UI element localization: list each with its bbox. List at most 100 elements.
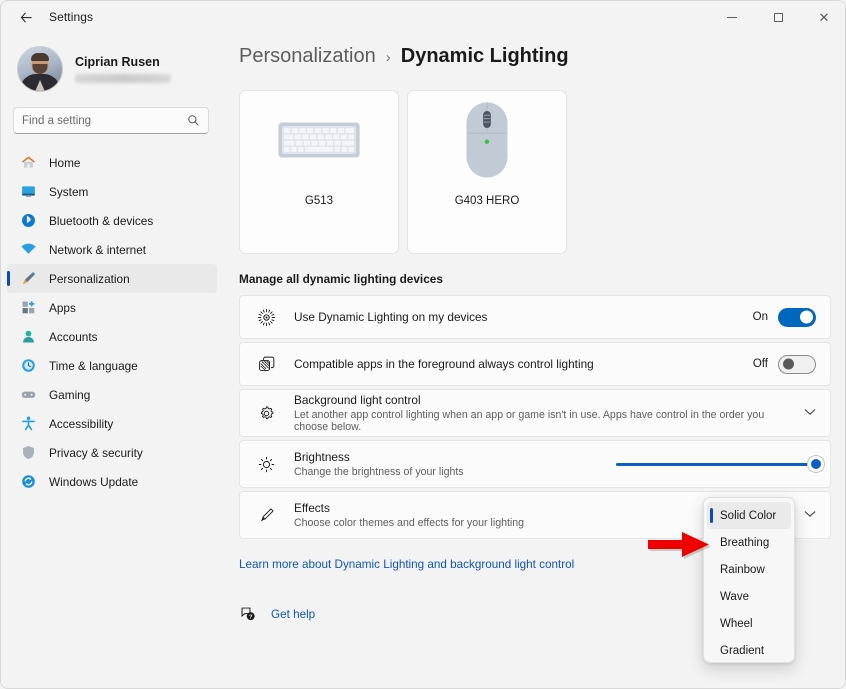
settings-window: Settings ✕ Ciprian Rusen xyxy=(0,0,846,689)
mouse-icon xyxy=(408,91,566,189)
toggle-state-label: On xyxy=(753,311,768,323)
toggle-state-label: Off xyxy=(753,358,768,370)
svg-text:?: ? xyxy=(249,615,253,621)
effects-option-label: Breathing xyxy=(720,537,769,549)
row-title: Background light control xyxy=(294,393,794,407)
row-foreground-apps-control[interactable]: Compatible apps in the foreground always… xyxy=(239,342,831,386)
accessibility-icon xyxy=(19,415,37,433)
row-background-light-control[interactable]: Background light control Let another app… xyxy=(239,389,831,437)
accounts-icon xyxy=(19,328,37,346)
effects-option-wheel[interactable]: Wheel xyxy=(707,610,791,637)
sidebar-item-label: Home xyxy=(49,156,80,170)
help-icon: ? xyxy=(239,605,257,623)
sidebar-nav: Home System xyxy=(1,148,223,496)
close-button[interactable]: ✕ xyxy=(801,1,846,33)
effects-option-label: Wave xyxy=(720,591,749,603)
paintbrush-icon xyxy=(19,270,37,288)
sidebar-item-apps[interactable]: Apps xyxy=(7,293,217,322)
section-title: Manage all dynamic lighting devices xyxy=(223,254,846,286)
sidebar-item-home[interactable]: Home xyxy=(7,148,217,177)
row-title: Brightness xyxy=(294,450,616,464)
device-card-label: G403 HERO xyxy=(455,195,520,207)
row-description: Let another app control lighting when an… xyxy=(294,409,794,433)
back-button[interactable] xyxy=(9,3,43,31)
row-control xyxy=(794,407,816,419)
sidebar-item-gaming[interactable]: Gaming xyxy=(7,380,217,409)
row-brightness[interactable]: Brightness Change the brightness of your… xyxy=(239,440,831,488)
maximize-button[interactable] xyxy=(755,1,801,33)
avatar xyxy=(17,46,63,92)
effects-option-gradient[interactable]: Gradient xyxy=(707,637,791,663)
apps-icon xyxy=(19,299,37,317)
sidebar-item-label: Privacy & security xyxy=(49,446,143,460)
search-input[interactable] xyxy=(22,115,187,127)
sidebar-item-windows-update[interactable]: Windows Update xyxy=(7,467,217,496)
sidebar-item-label: Windows Update xyxy=(49,475,138,489)
account-email-redacted xyxy=(75,74,171,83)
row-description: Change the brightness of your lights xyxy=(294,466,616,478)
sidebar-item-system[interactable]: System xyxy=(7,177,217,206)
slider-thumb[interactable] xyxy=(807,455,825,473)
update-icon xyxy=(19,473,37,491)
home-icon xyxy=(19,154,37,172)
dynamic-lighting-toggle[interactable] xyxy=(778,308,816,327)
wifi-icon xyxy=(19,241,37,259)
sidebar-item-privacy-security[interactable]: Privacy & security xyxy=(7,438,217,467)
row-control xyxy=(794,509,816,521)
sidebar-item-label: Apps xyxy=(49,301,76,315)
sidebar-item-label: System xyxy=(49,185,88,199)
sidebar-item-personalization[interactable]: Personalization xyxy=(7,264,217,293)
gear-icon xyxy=(256,403,276,423)
bluetooth-icon xyxy=(19,212,37,230)
minimize-icon xyxy=(727,17,737,18)
device-card-label: G513 xyxy=(305,195,333,207)
chevron-down-icon[interactable] xyxy=(804,407,816,419)
gamepad-icon xyxy=(19,386,37,404)
sidebar-item-label: Gaming xyxy=(49,388,90,402)
window-title: Settings xyxy=(49,10,93,24)
device-card-keyboard[interactable]: G513 xyxy=(239,90,399,254)
brightness-slider[interactable] xyxy=(616,454,816,474)
effects-option-label: Gradient xyxy=(720,645,764,657)
sidebar-item-label: Bluetooth & devices xyxy=(49,214,153,228)
sidebar: Ciprian Rusen Home xyxy=(1,33,223,689)
row-title: Use Dynamic Lighting on my devices xyxy=(294,310,753,324)
row-control xyxy=(616,454,816,474)
breadcrumb-parent[interactable]: Personalization xyxy=(239,45,376,68)
shield-icon xyxy=(19,444,37,462)
foreground-apps-icon xyxy=(256,354,276,374)
effects-option-wave[interactable]: Wave xyxy=(707,583,791,610)
effects-option-solid-color[interactable]: Solid Color xyxy=(707,502,791,529)
sidebar-item-label: Time & language xyxy=(49,359,138,373)
sidebar-item-accounts[interactable]: Accounts xyxy=(7,322,217,351)
keyboard-icon xyxy=(240,91,398,189)
dynamic-lighting-icon xyxy=(256,307,276,327)
close-icon: ✕ xyxy=(819,11,830,24)
get-help-link[interactable]: Get help xyxy=(271,608,315,621)
minimize-button[interactable] xyxy=(709,1,755,33)
page-title: Dynamic Lighting xyxy=(401,45,569,68)
row-control: Off xyxy=(753,355,816,374)
row-use-dynamic-lighting[interactable]: Use Dynamic Lighting on my devices On xyxy=(239,295,831,339)
chevron-down-icon[interactable] xyxy=(804,509,816,521)
brightness-icon xyxy=(256,454,276,474)
breadcrumb: Personalization › Dynamic Lighting xyxy=(223,33,846,68)
device-card-mouse[interactable]: G403 HERO xyxy=(407,90,567,254)
search-box[interactable] xyxy=(13,107,209,134)
sidebar-item-label: Network & internet xyxy=(49,243,146,257)
row-control: On xyxy=(753,308,816,327)
breadcrumb-separator-icon: › xyxy=(386,49,391,66)
sidebar-item-accessibility[interactable]: Accessibility xyxy=(7,409,217,438)
account-profile[interactable]: Ciprian Rusen xyxy=(1,33,223,95)
sidebar-item-bluetooth[interactable]: Bluetooth & devices xyxy=(7,206,217,235)
foreground-apps-toggle[interactable] xyxy=(778,355,816,374)
search-icon xyxy=(187,114,200,127)
effects-option-label: Solid Color xyxy=(720,510,776,522)
effects-option-rainbow[interactable]: Rainbow xyxy=(707,556,791,583)
effects-option-breathing[interactable]: Breathing xyxy=(707,529,791,556)
sidebar-item-label: Accounts xyxy=(49,330,98,344)
sidebar-item-time-language[interactable]: Time & language xyxy=(7,351,217,380)
effects-brush-icon xyxy=(256,505,276,525)
sidebar-item-network[interactable]: Network & internet xyxy=(7,235,217,264)
back-arrow-icon xyxy=(19,10,34,25)
